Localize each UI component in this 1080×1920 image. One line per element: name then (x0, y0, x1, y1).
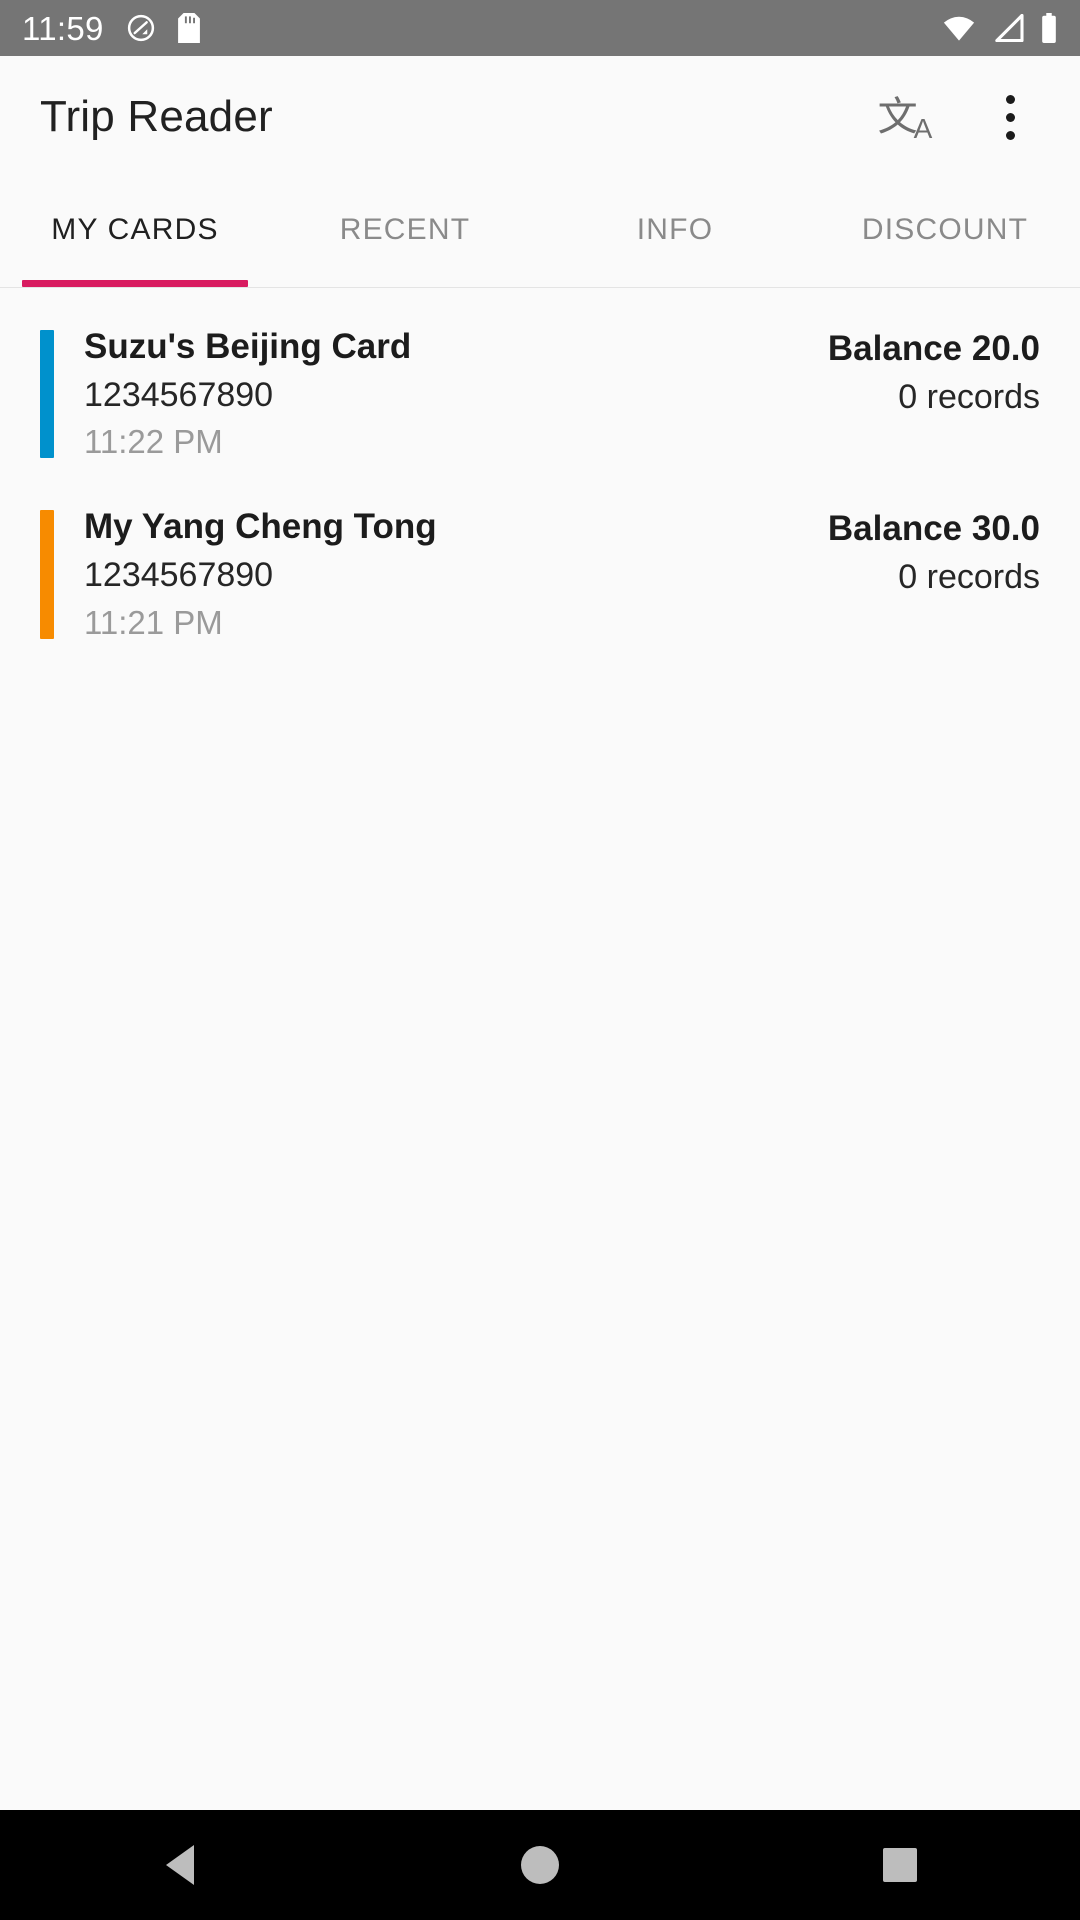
card-timestamp: 11:22 PM (84, 423, 223, 461)
card-summary: Balance 30.0 0 records (828, 506, 1040, 598)
system-navigation-bar (0, 1810, 1080, 1920)
wifi-icon (942, 14, 976, 42)
tab-info[interactable]: INFO (540, 178, 810, 287)
app-bar: Trip Reader 文A (0, 56, 1080, 178)
tab-label: RECENT (339, 212, 471, 246)
card-details: My Yang Cheng Tong 1234567890 11:21 PM (54, 506, 828, 642)
overflow-dot (1005, 130, 1015, 140)
card-name: Suzu's Beijing Card (84, 327, 412, 366)
page-title: Trip Reader (40, 92, 273, 141)
tab-label: INFO (636, 212, 714, 246)
status-bar-left: 11:59 (22, 12, 200, 45)
app-screen: 11:59 Trip Reader 文A MY CARDS RECENT INF… (0, 0, 1080, 1920)
card-list: Suzu's Beijing Card 1234567890 11:22 PM … (0, 288, 1080, 1810)
card-balance: Balance 30.0 (827, 509, 1040, 549)
do-not-disturb-icon (126, 13, 156, 43)
card-records-count: 0 records (898, 377, 1040, 416)
translate-cjk-glyph: 文 (877, 94, 918, 140)
card-number: 1234567890 (84, 375, 274, 414)
card-records-count: 0 records (898, 558, 1040, 597)
translate-latin-glyph: A (913, 113, 933, 144)
card-timestamp: 11:21 PM (84, 603, 223, 641)
translate-icon[interactable]: 文A (874, 84, 940, 150)
recents-button[interactable] (840, 1810, 960, 1920)
sd-card-icon (177, 13, 200, 43)
card-accent-bar (40, 330, 54, 459)
tab-bar: MY CARDS RECENT INFO DISCOUNT (0, 178, 1080, 288)
list-item[interactable]: Suzu's Beijing Card 1234567890 11:22 PM … (0, 304, 1080, 484)
card-accent-bar (40, 510, 54, 639)
tab-my-cards[interactable]: MY CARDS (0, 178, 270, 287)
overflow-menu-icon[interactable] (980, 82, 1040, 152)
app-bar-actions: 文A (874, 82, 1040, 152)
overflow-dot (1005, 112, 1015, 122)
status-bar-clock: 11:59 (22, 9, 104, 47)
tab-discount[interactable]: DISCOUNT (810, 178, 1080, 287)
tab-recent[interactable]: RECENT (270, 178, 540, 287)
tab-active-indicator (22, 280, 248, 287)
status-bar-right (942, 13, 1058, 43)
home-circle-icon (521, 1846, 559, 1884)
overflow-dot (1005, 94, 1015, 104)
list-item[interactable]: My Yang Cheng Tong 1234567890 11:21 PM B… (0, 484, 1080, 664)
card-name: My Yang Cheng Tong (84, 507, 437, 547)
card-details: Suzu's Beijing Card 1234567890 11:22 PM (54, 326, 828, 462)
card-summary: Balance 20.0 0 records (828, 326, 1040, 418)
recents-square-icon (883, 1848, 917, 1882)
cellular-signal-icon (992, 14, 1024, 42)
back-button[interactable] (120, 1810, 240, 1920)
battery-icon (1040, 13, 1058, 43)
card-number: 1234567890 (84, 556, 274, 595)
tab-label: DISCOUNT (861, 212, 1029, 246)
card-balance: Balance 20.0 (827, 329, 1040, 368)
back-triangle-icon (166, 1845, 194, 1885)
tab-label: MY CARDS (51, 212, 219, 246)
home-button[interactable] (480, 1810, 600, 1920)
status-bar: 11:59 (0, 0, 1080, 56)
